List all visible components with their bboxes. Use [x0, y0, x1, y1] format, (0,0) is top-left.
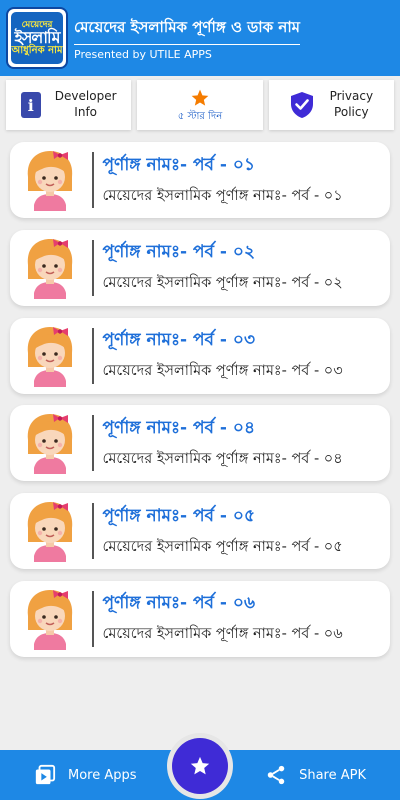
share-icon — [267, 765, 285, 785]
star-icon — [190, 756, 210, 775]
developer-info-label: Developer Info — [54, 89, 117, 119]
list-item[interactable]: পূর্ণাঙ্গ নামঃ- পর্ব - ০২ মেয়েদের ইসলাম… — [10, 229, 390, 306]
item-subtitle: মেয়েদের ইসলামিক পূর্ণাঙ্গ নামঃ- পর্ব - … — [102, 363, 343, 380]
star-icon — [191, 89, 209, 106]
logo-text-line-2: ইসলামি — [14, 27, 61, 47]
girl-avatar-icon — [27, 414, 73, 475]
item-title: পূর্ণাঙ্গ নামঃ- পর্ব - ০৫ — [102, 505, 255, 526]
item-title: পূর্ণাঙ্গ নামঃ- পর্ব - ০১ — [102, 154, 255, 175]
girl-avatar-icon — [27, 589, 73, 650]
item-title: পূর্ণাঙ্গ নামঃ- পর্ব - ০২ — [102, 242, 256, 263]
item-divider — [92, 590, 94, 647]
rate-five-star-button[interactable]: ৫ স্টার দিন — [137, 80, 263, 130]
item-divider — [92, 239, 94, 296]
list-item[interactable]: পূর্ণাঙ্গ নামঃ- পর্ব - ০১ মেয়েদের ইসলাম… — [10, 142, 390, 218]
more-apps-button[interactable]: More Apps — [34, 764, 137, 786]
video-library-icon — [35, 764, 56, 785]
action-row: i Developer Info ৫ স্টার দিন Privacy Pol… — [6, 80, 394, 130]
item-divider — [92, 152, 94, 208]
item-divider — [92, 415, 94, 472]
info-icon: i — [20, 92, 41, 118]
list-item[interactable]: পূর্ণাঙ্গ নামঃ- পর্ব - ০৪ মেয়েদের ইসলাম… — [10, 405, 390, 482]
more-apps-label: More Apps — [68, 767, 137, 783]
shield-check-icon — [290, 92, 313, 118]
favorite-fab-button[interactable] — [172, 738, 228, 794]
share-apk-button[interactable]: Share APK — [265, 764, 366, 786]
list-item[interactable]: পূর্ণাঙ্গ নামঃ- পর্ব - ০৫ মেয়েদের ইসলাম… — [10, 493, 390, 570]
girl-avatar-icon — [27, 326, 73, 387]
item-subtitle: মেয়েদের ইসলামিক পূর্ণাঙ্গ নামঃ- পর্ব - … — [102, 538, 343, 555]
app-header: মেয়েদের ইসলামি আধুনিক নাম মেয়েদের ইসলা… — [0, 0, 400, 76]
episode-list: পূর্ণাঙ্গ নামঃ- পর্ব - ০১ মেয়েদের ইসলাম… — [10, 142, 390, 669]
item-subtitle: মেয়েদের ইসলামিক পূর্ণাঙ্গ নামঃ- পর্ব - … — [102, 626, 343, 643]
item-divider — [92, 327, 94, 384]
item-title: পূর্ণাঙ্গ নামঃ- পর্ব - ০৬ — [102, 593, 256, 614]
title-block: মেয়েদের ইসলামিক পূর্ণাঙ্গ ও ডাক নাম Pre… — [74, 16, 400, 61]
item-title: পূর্ণাঙ্গ নামঃ- পর্ব - ০৪ — [102, 417, 255, 438]
privacy-policy-button[interactable]: Privacy Policy — [268, 80, 394, 130]
item-subtitle: মেয়েদের ইসলামিক পূর্ণাঙ্গ নামঃ- পর্ব - … — [102, 450, 343, 467]
list-item[interactable]: পূর্ণাঙ্গ নামঃ- পর্ব - ০৬ মেয়েদের ইসলাম… — [10, 580, 390, 657]
share-apk-label: Share APK — [299, 767, 366, 783]
rate-label: ৫ স্টার দিন — [177, 110, 223, 122]
girl-avatar-icon — [27, 238, 73, 299]
item-subtitle: মেয়েদের ইসলামিক পূর্ণাঙ্গ নামঃ- পর্ব - … — [102, 275, 343, 292]
girl-avatar-icon — [27, 502, 73, 563]
privacy-policy-label: Privacy Policy — [329, 89, 374, 119]
app-title: মেয়েদের ইসলামিক পূর্ণাঙ্গ ও ডাক নাম — [74, 16, 301, 45]
item-subtitle: মেয়েদের ইসলামিক পূর্ণাঙ্গ নামঃ- পর্ব - … — [102, 187, 343, 204]
item-divider — [92, 503, 94, 560]
item-title: পূর্ণাঙ্গ নামঃ- পর্ব - ০৩ — [102, 330, 256, 351]
list-item[interactable]: পূর্ণাঙ্গ নামঃ- পর্ব - ০৩ মেয়েদের ইসলাম… — [10, 317, 390, 394]
girl-avatar-icon — [27, 151, 73, 211]
developer-info-button[interactable]: i Developer Info — [6, 80, 132, 130]
app-logo: মেয়েদের ইসলামি আধুনিক নাম — [6, 7, 68, 69]
app-subtitle: Presented by UTILE APPS — [74, 47, 212, 61]
logo-text-line-3: আধুনিক নাম — [11, 44, 63, 56]
